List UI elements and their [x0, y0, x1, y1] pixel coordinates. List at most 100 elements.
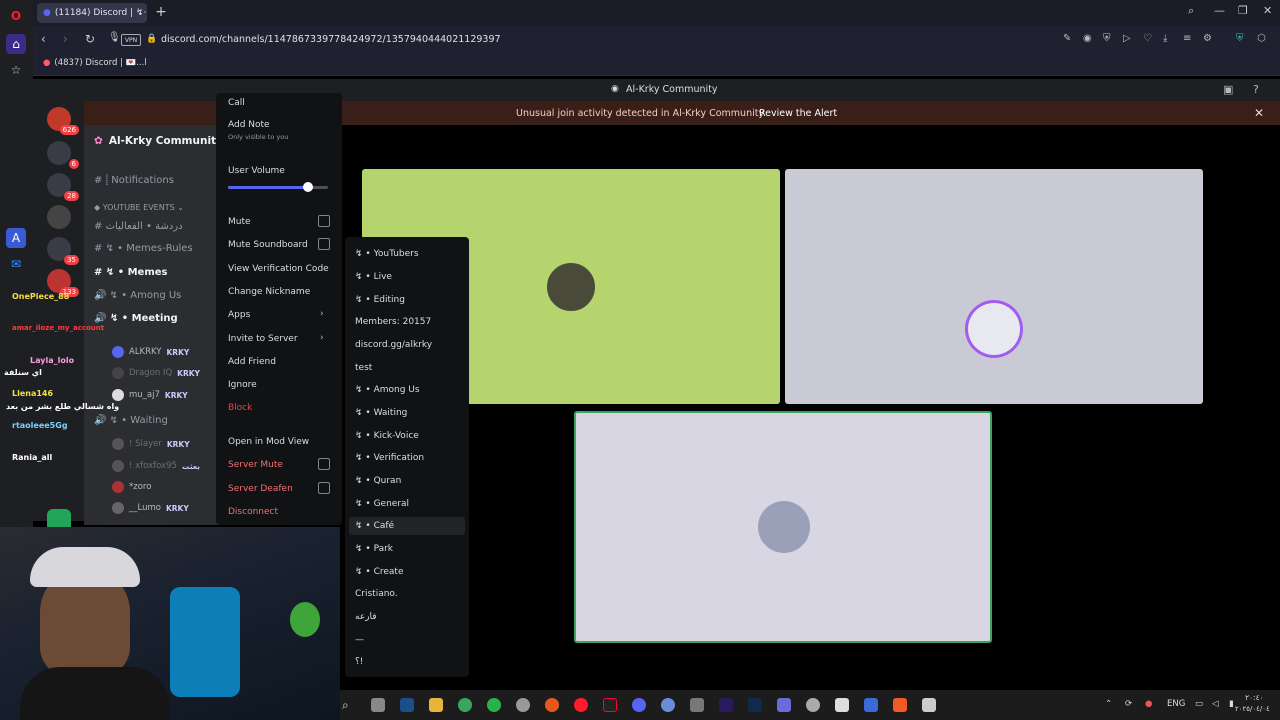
- tray-chevron-icon[interactable]: ⌃: [1105, 699, 1112, 709]
- tiktok-icon[interactable]: [603, 698, 617, 712]
- user-volume-slider[interactable]: [228, 182, 328, 192]
- menu-ignore[interactable]: Ignore: [228, 380, 257, 390]
- video-tile-speaking[interactable]: [574, 411, 992, 643]
- camera-icon[interactable]: ◉: [1083, 33, 1092, 44]
- url-text[interactable]: discord.com/channels/1147867339778424972…: [161, 34, 501, 45]
- mute-soundboard-checkbox[interactable]: [318, 238, 330, 250]
- photoshop-icon[interactable]: [748, 698, 762, 712]
- screen-icon[interactable]: ▣: [1223, 83, 1233, 96]
- server-mute-checkbox[interactable]: [318, 458, 330, 470]
- vpn-shield-icon[interactable]: ⛨: [1236, 33, 1244, 44]
- window-close-icon[interactable]: ✕: [1263, 4, 1272, 17]
- opera-icon[interactable]: [574, 698, 588, 712]
- menu-change-nickname[interactable]: Change Nickname: [228, 287, 310, 297]
- menu-call[interactable]: Call: [228, 98, 245, 108]
- category-youtube-events[interactable]: ◆ YOUTUBE EVENTS ⌄: [94, 203, 184, 212]
- slider-knob[interactable]: [303, 182, 313, 192]
- invite-target-item[interactable]: ↯ • Live: [355, 272, 392, 282]
- voice-user[interactable]: __Lumo KRKY: [112, 502, 189, 514]
- voice-user[interactable]: Dragon IQ KRKY: [112, 367, 200, 379]
- server-header[interactable]: ✿ Al-Krky Community: [94, 135, 223, 147]
- server-icon[interactable]: [47, 205, 71, 229]
- openai-icon[interactable]: [516, 698, 530, 712]
- invite-target-item[interactable]: ↯ • Create: [355, 567, 403, 577]
- heart-icon[interactable]: ♡: [1143, 33, 1152, 44]
- server-icon[interactable]: 626: [47, 107, 79, 135]
- aria-icon[interactable]: A: [6, 228, 26, 248]
- invite-target-item[interactable]: فارعه: [355, 612, 377, 622]
- channel-memes[interactable]: # ↯ • Memes: [94, 267, 168, 278]
- opera-logo-icon[interactable]: O: [6, 6, 26, 26]
- invite-target-item[interactable]: ↯ • YouTubers: [355, 249, 419, 259]
- search-icon[interactable]: ⌕: [1188, 4, 1194, 18]
- star-icon[interactable]: ☆: [6, 60, 26, 80]
- mic-icon[interactable]: 🎙: [108, 32, 121, 43]
- app-icon[interactable]: [777, 698, 791, 712]
- messenger-icon[interactable]: ✉: [6, 254, 26, 274]
- tab-discord[interactable]: ● (11184) Discord | ↯·M ✕: [37, 3, 147, 23]
- minimize-icon[interactable]: —: [1214, 4, 1225, 17]
- server-deafen-checkbox[interactable]: [318, 482, 330, 494]
- maximize-icon[interactable]: ❐: [1238, 4, 1248, 17]
- edit-icon[interactable]: ✎: [1063, 33, 1071, 44]
- clock-time[interactable]: ٢٠:٤٠: [1245, 693, 1264, 702]
- server-icon[interactable]: 6: [47, 141, 79, 169]
- menu-mute[interactable]: Mute: [228, 217, 251, 227]
- extension-icon[interactable]: ⚙: [1203, 33, 1212, 44]
- invite-target-item[interactable]: ↯ • Verification: [355, 453, 424, 463]
- forward-icon[interactable]: ›: [63, 32, 68, 46]
- voice-user[interactable]: *zoro: [112, 481, 151, 493]
- voice-user[interactable]: ALKRKY KRKY: [112, 346, 189, 358]
- app-icon[interactable]: [690, 698, 704, 712]
- settings-icon[interactable]: ⬡: [1257, 33, 1266, 44]
- invite-target-item[interactable]: Cristiano.: [355, 589, 398, 599]
- invite-target-item[interactable]: ↯ • Quran: [355, 476, 401, 486]
- menu-server-deafen[interactable]: Server Deafen: [228, 484, 293, 494]
- menu-add-friend[interactable]: Add Friend: [228, 357, 276, 367]
- mic-icon[interactable]: ●: [1145, 699, 1152, 709]
- voice-user[interactable]: ! Slayer KRKY: [112, 438, 190, 450]
- steam-icon[interactable]: [400, 698, 414, 712]
- menu-server-mute[interactable]: Server Mute: [228, 460, 283, 470]
- invite-target-item[interactable]: ↯ • Kick-Voice: [355, 431, 419, 441]
- invite-target-item[interactable]: —: [355, 635, 364, 645]
- channel-memes-rules[interactable]: # ↯ • Memes-Rules: [94, 243, 193, 254]
- vpn-badge[interactable]: VPN: [121, 34, 141, 46]
- invite-target-item[interactable]: ↯ • General: [355, 499, 409, 509]
- menu-invite[interactable]: Invite to Server: [228, 334, 298, 344]
- reload-icon[interactable]: ↻: [85, 32, 95, 46]
- shield-icon[interactable]: ⛨: [1103, 33, 1111, 44]
- app-icon[interactable]: [835, 698, 849, 712]
- app-icon[interactable]: [922, 698, 936, 712]
- folder-icon[interactable]: [429, 698, 443, 712]
- voice-user[interactable]: mu_aj7 KRKY: [112, 389, 188, 401]
- menu-block[interactable]: Block: [228, 403, 252, 413]
- invite-target-item[interactable]: ↯ • Among Us: [355, 385, 420, 395]
- tray-icon[interactable]: ⟳: [1125, 699, 1132, 709]
- clock-date[interactable]: ٢٠٢٥/٠٤/٠٤: [1235, 705, 1270, 713]
- premiere-icon[interactable]: [719, 698, 733, 712]
- review-alert-button[interactable]: Review the Alert: [753, 106, 843, 121]
- invite-target-item[interactable]: Members: 20157: [355, 317, 431, 327]
- app-icon[interactable]: [661, 698, 675, 712]
- server-icon[interactable]: 28: [47, 173, 79, 201]
- menu-add-note[interactable]: Add Note: [228, 120, 270, 130]
- channel-notifications[interactable]: # ⸽ Notifications: [94, 172, 174, 186]
- back-icon[interactable]: ‹: [41, 32, 46, 46]
- app-icon[interactable]: [545, 698, 559, 712]
- play-icon[interactable]: ▷: [1123, 33, 1131, 44]
- new-tab-button[interactable]: +: [153, 4, 169, 20]
- video-tile[interactable]: [785, 169, 1203, 404]
- bookmark-discord[interactable]: ● (4837) Discord | 💌...l: [43, 58, 147, 68]
- search-icon[interactable]: ⌕: [342, 698, 356, 712]
- mute-checkbox[interactable]: [318, 215, 330, 227]
- app-icon[interactable]: [864, 698, 878, 712]
- menu-mute-soundboard[interactable]: Mute Soundboard: [228, 240, 308, 250]
- channel-arabic[interactable]: # دردشة • الفعاليات: [94, 221, 183, 232]
- invite-target-item[interactable]: test: [355, 363, 372, 373]
- menu-disconnect[interactable]: Disconnect: [228, 507, 278, 517]
- menu-icon[interactable]: ≡: [1183, 33, 1191, 44]
- invite-target-item[interactable]: ↯ • Waiting: [355, 408, 407, 418]
- settings-icon[interactable]: [806, 698, 820, 712]
- language-indicator[interactable]: ENG: [1167, 699, 1185, 709]
